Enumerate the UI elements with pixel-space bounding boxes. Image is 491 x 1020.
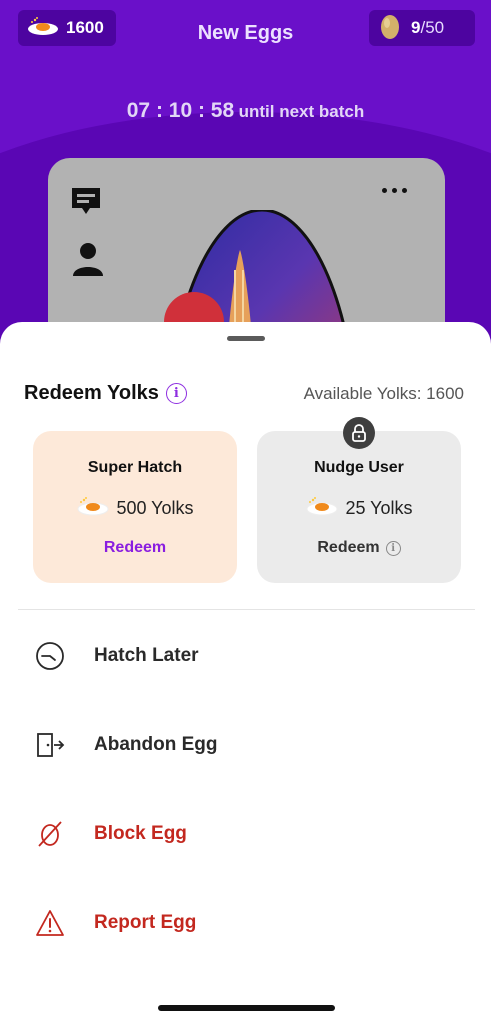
- action-label: Hatch Later: [94, 645, 199, 666]
- action-label: Report Egg: [94, 912, 197, 933]
- home-indicator[interactable]: [158, 1005, 335, 1011]
- block-egg-action[interactable]: Block Egg: [34, 814, 187, 854]
- info-icon[interactable]: i: [165, 383, 187, 404]
- redeem-label: Redeem: [317, 539, 380, 556]
- lock-icon: [343, 417, 375, 449]
- report-egg-action[interactable]: Report Egg: [34, 903, 196, 943]
- action-label: Block Egg: [94, 823, 187, 844]
- action-label: Abandon Egg: [94, 734, 218, 755]
- redeem-button-locked[interactable]: Redeem i: [257, 539, 461, 557]
- header-area: 1600 New Eggs 9/50 07 : 10 : 58 until ne…: [0, 0, 491, 360]
- egg-icon: [379, 12, 401, 45]
- user-icon[interactable]: [72, 242, 104, 281]
- available-yolks: Available Yolks: 1600: [303, 384, 464, 403]
- tile-cost-text: 25 Yolks: [345, 498, 413, 518]
- hatch-later-action[interactable]: Hatch Later: [34, 636, 199, 676]
- redeem-button[interactable]: Redeem: [33, 539, 237, 557]
- tile-cost-text: 500 Yolks: [116, 498, 194, 518]
- info-icon[interactable]: i: [385, 540, 401, 556]
- clock-icon: [34, 640, 66, 672]
- block-egg-icon: [34, 818, 66, 850]
- egg-count-badge[interactable]: 9/50: [369, 10, 475, 46]
- redeem-title-row: Redeem Yolks i: [24, 382, 187, 405]
- tile-cost: 500 Yolks: [33, 495, 237, 522]
- tile-cost: 25 Yolks: [257, 495, 461, 522]
- more-options-icon[interactable]: [382, 188, 407, 193]
- sheet-handle[interactable]: [227, 336, 265, 341]
- super-hatch-tile[interactable]: Super Hatch 500 Yolks Redeem: [33, 431, 237, 583]
- redeem-sheet: Redeem Yolks i Available Yolks: 1600 Sup…: [0, 322, 491, 1020]
- warning-icon: [34, 907, 66, 939]
- redeem-title: Redeem Yolks: [24, 382, 159, 404]
- exit-icon: [34, 729, 66, 761]
- abandon-egg-action[interactable]: Abandon Egg: [34, 725, 217, 765]
- divider: [18, 609, 475, 610]
- tile-title: Nudge User: [314, 459, 404, 476]
- batch-timer: 07 : 10 : 58 until next batch: [0, 99, 491, 123]
- tile-title: Super Hatch: [87, 459, 183, 476]
- nudge-user-tile[interactable]: Nudge User 25 Yolks Redeem i: [257, 431, 461, 583]
- fried-egg-icon: [76, 495, 110, 522]
- egg-count-total: /50: [420, 18, 445, 37]
- chat-icon[interactable]: [70, 186, 102, 223]
- timer-suffix: until next batch: [238, 102, 365, 121]
- timer-value: 07 : 10 : 58: [126, 99, 235, 122]
- fried-egg-icon: [305, 495, 339, 522]
